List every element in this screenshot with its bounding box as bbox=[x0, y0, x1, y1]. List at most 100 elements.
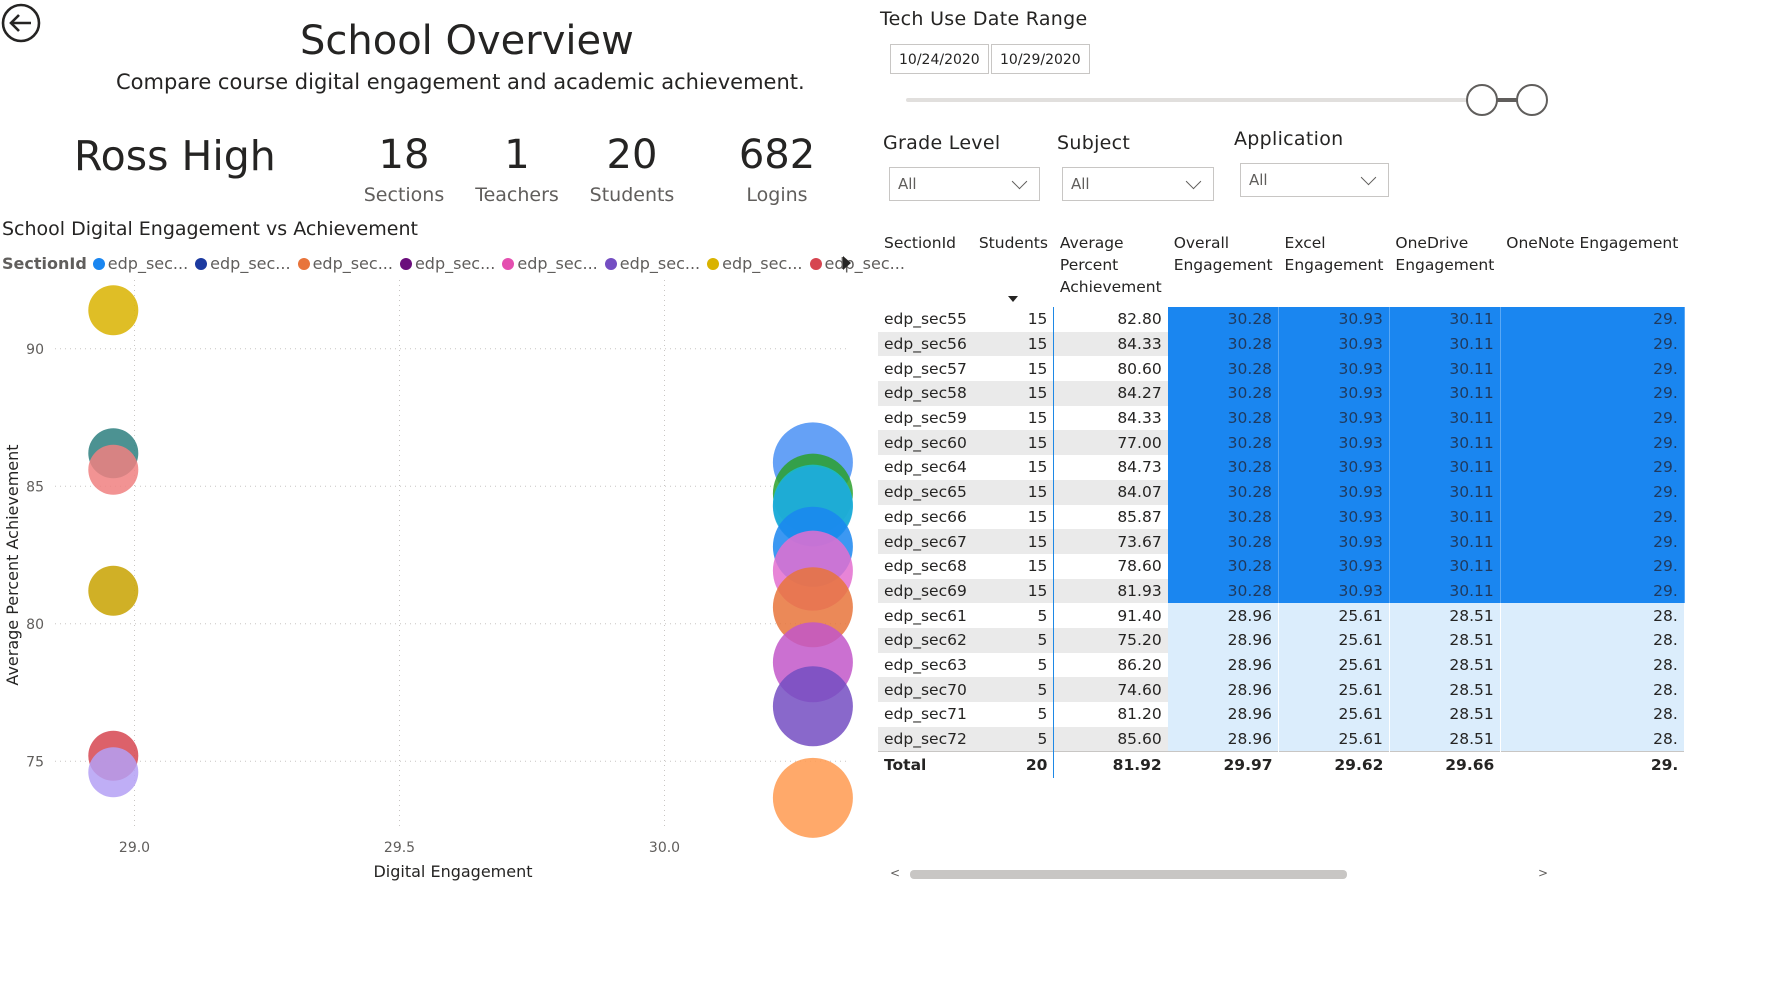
legend-dot-icon bbox=[399, 257, 412, 270]
col-header-excel-engagement[interactable]: Excel Engagement bbox=[1279, 226, 1390, 307]
scatter-chart: 75 80 85 90 29.0 29.5 30.0 Digital Engagement Av… bbox=[3, 280, 853, 881]
scroll-left-icon[interactable]: < bbox=[890, 866, 900, 880]
col-header-sectionid[interactable]: SectionId bbox=[878, 226, 973, 307]
table-row[interactable]: edp_sec65 15 84.07 30.28 30.93 30.11 29. bbox=[878, 479, 1685, 505]
grade-level-value: All bbox=[898, 175, 917, 193]
table-row[interactable]: edp_sec72 5 85.60 28.96 25.61 28.51 28. bbox=[878, 726, 1685, 752]
table-cell: 29. bbox=[1500, 430, 1685, 456]
table-cell: 29. bbox=[1500, 356, 1685, 382]
table-cell: 25.61 bbox=[1278, 677, 1390, 702]
scrollbar-thumb[interactable] bbox=[910, 870, 1347, 879]
kpi-logins: 682 Logins bbox=[707, 130, 847, 206]
date-slider-track[interactable] bbox=[906, 98, 1526, 102]
legend-item[interactable]: edp_sec... bbox=[502, 254, 598, 273]
table-cell: 15 bbox=[972, 356, 1055, 382]
kpi-label: Students bbox=[589, 184, 675, 206]
table-row[interactable]: edp_sec56 15 84.33 30.28 30.93 30.11 29. bbox=[878, 331, 1685, 357]
data-point[interactable] bbox=[88, 747, 139, 798]
table-cell: 77.00 bbox=[1053, 430, 1168, 456]
table-cell: 30.93 bbox=[1278, 553, 1390, 579]
grade-level-dropdown[interactable]: All bbox=[889, 167, 1040, 201]
table-cell: 30.93 bbox=[1278, 356, 1390, 382]
col-header-students[interactable]: Students bbox=[973, 226, 1054, 307]
table-cell: 73.67 bbox=[1053, 529, 1168, 554]
data-point[interactable] bbox=[772, 666, 853, 747]
table-row[interactable]: edp_sec62 5 75.20 28.96 25.61 28.51 28. bbox=[878, 627, 1685, 653]
date-range-label: Tech Use Date Range bbox=[880, 8, 1088, 30]
table-cell: 28.51 bbox=[1389, 603, 1501, 628]
date-end-input[interactable]: 10/29/2020 bbox=[991, 44, 1090, 74]
y-tick-label: 90 bbox=[26, 342, 44, 358]
chevron-down-icon bbox=[1360, 169, 1377, 186]
table-cell: 30.93 bbox=[1278, 578, 1390, 604]
table-row[interactable]: edp_sec70 5 74.60 28.96 25.61 28.51 28. bbox=[878, 677, 1685, 702]
table-row[interactable]: edp_sec57 15 80.60 30.28 30.93 30.11 29. bbox=[878, 356, 1685, 382]
col-header-onenote-engagement[interactable]: OneNote Engagement bbox=[1500, 226, 1684, 307]
table-row[interactable]: edp_sec58 15 84.27 30.28 30.93 30.11 29. bbox=[878, 381, 1685, 406]
scroll-right-icon[interactable]: > bbox=[1538, 866, 1548, 880]
legend-item[interactable]: edp_sec... bbox=[707, 254, 803, 273]
table-row[interactable]: edp_sec71 5 81.20 28.96 25.61 28.51 28. bbox=[878, 702, 1685, 727]
table-cell: 25.61 bbox=[1278, 726, 1390, 752]
legend-label: edp_sec... bbox=[517, 254, 598, 273]
subject-value: All bbox=[1071, 175, 1090, 193]
date-start-input[interactable]: 10/24/2020 bbox=[890, 44, 989, 74]
data-point[interactable] bbox=[88, 444, 139, 495]
table-row[interactable]: edp_sec61 5 91.40 28.96 25.61 28.51 28. bbox=[878, 603, 1685, 628]
table-cell: 28.51 bbox=[1389, 677, 1501, 702]
page-subtitle: Compare course digital engagement and ac… bbox=[116, 70, 805, 94]
table-cell: 81.93 bbox=[1053, 578, 1168, 604]
legend-item[interactable]: edp_sec... bbox=[604, 254, 700, 273]
table-header-row: SectionId Students Average Percent Achie… bbox=[878, 226, 1684, 307]
application-label: Application bbox=[1234, 128, 1344, 150]
data-table: SectionId Students Average Percent Achie… bbox=[878, 226, 1685, 779]
table-cell: 30.28 bbox=[1167, 553, 1280, 579]
table-cell: 25.61 bbox=[1278, 652, 1390, 678]
legend-next-arrow-icon[interactable] bbox=[843, 256, 851, 270]
y-tick-label: 85 bbox=[26, 479, 44, 495]
table-cell: edp_sec70 bbox=[878, 677, 973, 702]
y-tick-label: 80 bbox=[26, 617, 44, 633]
data-point[interactable] bbox=[88, 565, 139, 616]
horizontal-scrollbar[interactable]: < > bbox=[878, 866, 1558, 880]
legend-item[interactable]: edp_sec... bbox=[297, 254, 393, 273]
legend-item[interactable]: edp_sec... bbox=[195, 254, 291, 273]
table-row[interactable]: edp_sec69 15 81.93 30.28 30.93 30.11 29. bbox=[878, 578, 1685, 604]
table-row[interactable]: edp_sec63 5 86.20 28.96 25.61 28.51 28. bbox=[878, 652, 1685, 678]
table-row[interactable]: edp_sec67 15 73.67 30.28 30.93 30.11 29. bbox=[878, 529, 1685, 554]
table-cell: 5 bbox=[972, 603, 1055, 628]
table-row[interactable]: edp_sec59 15 84.33 30.28 30.93 30.11 29. bbox=[878, 405, 1685, 431]
table-cell: 30.93 bbox=[1278, 307, 1390, 332]
data-point[interactable] bbox=[88, 285, 139, 336]
legend-items: edp_sec... edp_sec... edp_sec... edp_sec...… bbox=[92, 254, 912, 273]
col-header-onedrive-engagement[interactable]: OneDrive Engagement bbox=[1389, 226, 1500, 307]
table-row[interactable]: edp_sec55 15 82.80 30.28 30.93 30.11 29. bbox=[878, 307, 1685, 332]
table-cell: edp_sec59 bbox=[878, 405, 973, 431]
col-header-overall-engagement[interactable]: Overall Engagement bbox=[1168, 226, 1279, 307]
table-cell: 28. bbox=[1500, 627, 1685, 653]
back-arrow-icon[interactable] bbox=[0, 2, 42, 44]
table-cell: 5 bbox=[972, 702, 1055, 727]
legend-dot-icon bbox=[297, 257, 310, 270]
date-slider-end-handle[interactable] bbox=[1516, 84, 1548, 116]
legend-item[interactable]: edp_sec... bbox=[399, 254, 495, 273]
table-row[interactable]: edp_sec66 15 85.87 30.28 30.93 30.11 29. bbox=[878, 504, 1685, 530]
table-row[interactable]: edp_sec64 15 84.73 30.28 30.93 30.11 29. bbox=[878, 455, 1685, 480]
application-dropdown[interactable]: All bbox=[1240, 163, 1389, 197]
table-cell: edp_sec61 bbox=[878, 603, 973, 628]
table-row[interactable]: edp_sec60 15 77.00 30.28 30.93 30.11 29. bbox=[878, 430, 1685, 456]
data-point[interactable] bbox=[772, 757, 853, 838]
table-cell: 30.28 bbox=[1167, 307, 1280, 332]
col-header-avg-achievement[interactable]: Average Percent Achievement bbox=[1054, 226, 1168, 307]
legend-item[interactable]: edp_sec... bbox=[92, 254, 188, 273]
table-cell: 29. bbox=[1500, 381, 1685, 406]
subject-dropdown[interactable]: All bbox=[1062, 167, 1214, 201]
table-row[interactable]: edp_sec68 15 78.60 30.28 30.93 30.11 29. bbox=[878, 553, 1685, 579]
table-cell: 28.96 bbox=[1167, 677, 1280, 702]
date-slider-start-handle[interactable] bbox=[1466, 84, 1498, 116]
table-cell: 28. bbox=[1500, 652, 1685, 678]
table-cell: 29. bbox=[1500, 504, 1685, 530]
table-cell: 30.11 bbox=[1389, 430, 1501, 456]
table-cell: 74.60 bbox=[1053, 677, 1168, 702]
table-cell: 82.80 bbox=[1117, 310, 1162, 329]
